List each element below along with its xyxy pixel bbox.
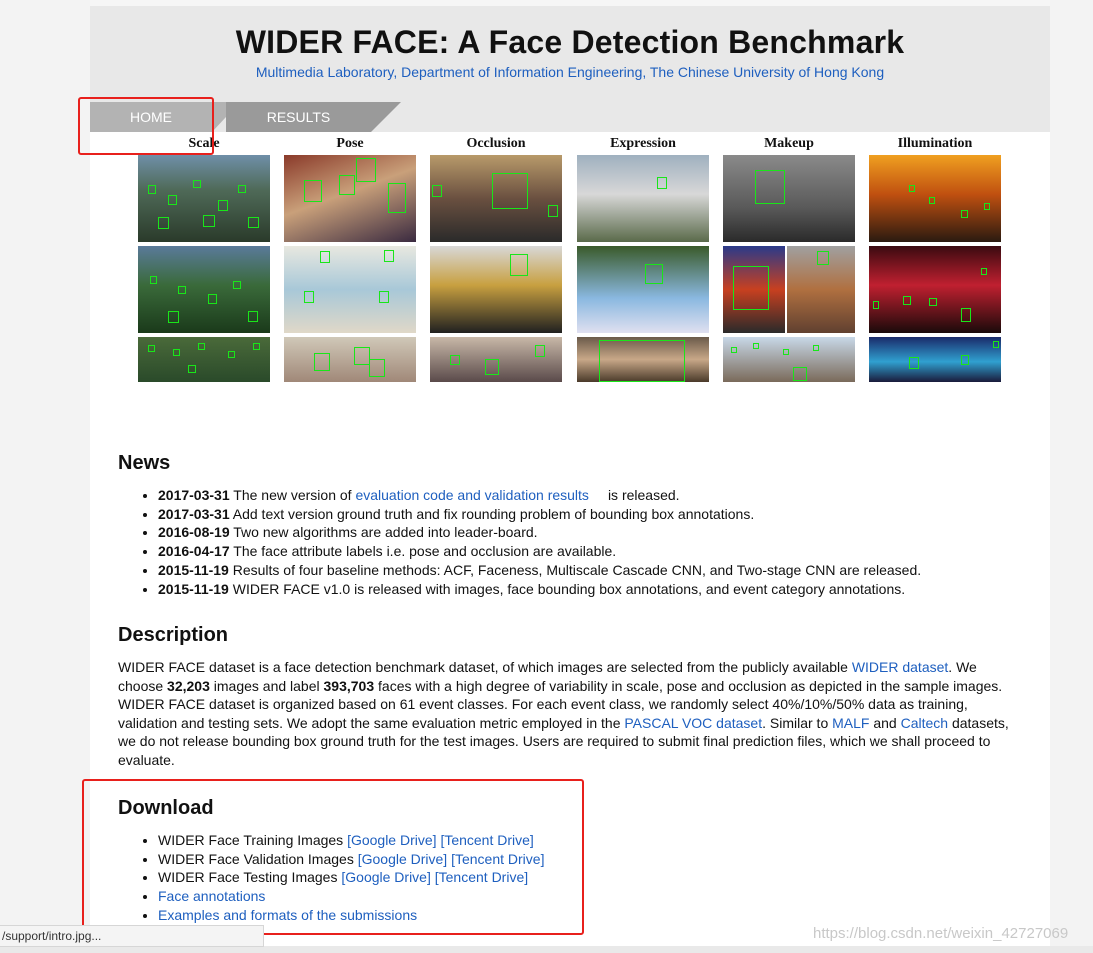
news-text: The face attribute labels i.e. pose and …: [233, 543, 617, 560]
category-label-makeup: Makeup: [764, 136, 814, 151]
download-heading: Download: [118, 797, 214, 819]
evaluation-code-link[interactable]: evaluation code and validation results: [355, 487, 589, 503]
validation-google-drive-link[interactable]: [Google Drive]: [358, 851, 447, 867]
sample-image[interactable]: [577, 246, 709, 333]
images-count: 32,203: [167, 677, 210, 694]
sample-image[interactable]: [723, 337, 855, 382]
training-tencent-drive-link[interactable]: [Tencent Drive]: [440, 832, 533, 848]
category-label-scale: Scale: [188, 136, 220, 151]
pascal-voc-link[interactable]: PASCAL VOC dataset: [624, 715, 762, 731]
category-label-illumination: Illumination: [897, 136, 973, 151]
malf-link[interactable]: MALF: [832, 715, 869, 731]
news-text: The new version of: [233, 487, 356, 503]
training-google-drive-link[interactable]: [Google Drive]: [347, 832, 436, 848]
testing-google-drive-link[interactable]: [Google Drive]: [341, 869, 430, 885]
list-item: WIDER Face Testing Images [Google Drive]…: [158, 868, 544, 887]
list-item: Face annotations: [158, 887, 544, 906]
news-text: Two new algorithms are added into leader…: [233, 524, 538, 541]
description-heading: Description: [118, 624, 229, 646]
bottom-bar: [0, 946, 1093, 953]
list-item: 2015-11-19 WIDER FACE v1.0 is released w…: [158, 580, 921, 599]
tab-home[interactable]: HOME: [90, 102, 212, 132]
list-item: 2016-04-17 The face attribute labels i.e…: [158, 542, 921, 561]
news-text: Results of four baseline methods: ACF, F…: [232, 561, 922, 578]
news-date: 2015-11-19: [158, 561, 229, 578]
sample-image[interactable]: [869, 337, 1001, 382]
list-item: WIDER Face Training Images [Google Drive…: [158, 831, 544, 850]
page-subtitle[interactable]: Multimedia Laboratory, Department of Inf…: [90, 64, 1050, 80]
news-text: WIDER FACE v1.0 is released with images,…: [232, 580, 906, 597]
validation-tencent-drive-link[interactable]: [Tencent Drive]: [451, 851, 544, 867]
news-heading: News: [118, 452, 171, 474]
sample-image[interactable]: [284, 155, 416, 242]
sample-image[interactable]: [284, 246, 416, 333]
news-date: 2016-04-17: [158, 543, 230, 560]
wider-dataset-link[interactable]: WIDER dataset: [852, 659, 948, 675]
sample-image[interactable]: [723, 155, 855, 242]
description-text: WIDER FACE dataset is a face detection b…: [118, 659, 1009, 768]
sample-image[interactable]: [577, 337, 709, 382]
status-bar-url: /support/intro.jpg...: [0, 925, 264, 947]
list-item: 2017-03-31 Add text version ground truth…: [158, 505, 921, 524]
sample-image[interactable]: [138, 246, 270, 333]
page-title: WIDER FACE: A Face Detection Benchmark: [235, 24, 905, 60]
sample-image[interactable]: [869, 155, 1001, 242]
category-label-occlusion: Occlusion: [466, 136, 526, 151]
sample-image[interactable]: [577, 155, 709, 242]
sample-image[interactable]: [430, 155, 562, 242]
news-date: 2015-11-19: [158, 580, 229, 597]
testing-tencent-drive-link[interactable]: [Tencent Drive]: [435, 869, 528, 885]
sample-image[interactable]: [723, 246, 785, 333]
tab-results-edge: [371, 102, 401, 132]
right-gutter: [1050, 0, 1093, 953]
watermark: https://blog.csdn.net/weixin_42727069: [813, 925, 1069, 942]
list-item: 2016-08-19 Two new algorithms are added …: [158, 523, 921, 542]
sample-image[interactable]: [430, 337, 562, 382]
sample-image[interactable]: [138, 155, 270, 242]
news-text: Add text version ground truth and fix ro…: [232, 505, 755, 522]
list-item: Examples and formats of the submissions: [158, 906, 544, 925]
category-label-expression: Expression: [610, 136, 676, 151]
news-date: 2017-03-31: [158, 487, 230, 503]
news-text: is released.: [607, 487, 680, 503]
faces-count: 393,703: [323, 677, 375, 694]
category-label-pose: Pose: [336, 136, 364, 151]
sample-image[interactable]: [787, 246, 855, 333]
download-list: WIDER Face Training Images [Google Drive…: [140, 831, 544, 925]
submission-format-link[interactable]: Examples and formats of the submissions: [158, 907, 417, 923]
face-annotations-link[interactable]: Face annotations: [158, 888, 265, 904]
sample-image[interactable]: [284, 337, 416, 382]
sample-image[interactable]: [430, 246, 562, 333]
list-item: 2015-11-19 Results of four baseline meth…: [158, 561, 921, 580]
sample-image[interactable]: [138, 337, 270, 382]
news-date: 2017-03-31: [158, 505, 230, 522]
caltech-link[interactable]: Caltech: [901, 715, 948, 731]
news-date: 2016-08-19: [158, 524, 230, 541]
list-item: WIDER Face Validation Images [Google Dri…: [158, 850, 544, 869]
tab-results[interactable]: RESULTS: [226, 102, 371, 132]
sample-image[interactable]: [869, 246, 1001, 333]
list-item: 2017-03-31 The new version of evaluation…: [158, 486, 921, 505]
news-list: 2017-03-31 The new version of evaluation…: [140, 486, 921, 598]
